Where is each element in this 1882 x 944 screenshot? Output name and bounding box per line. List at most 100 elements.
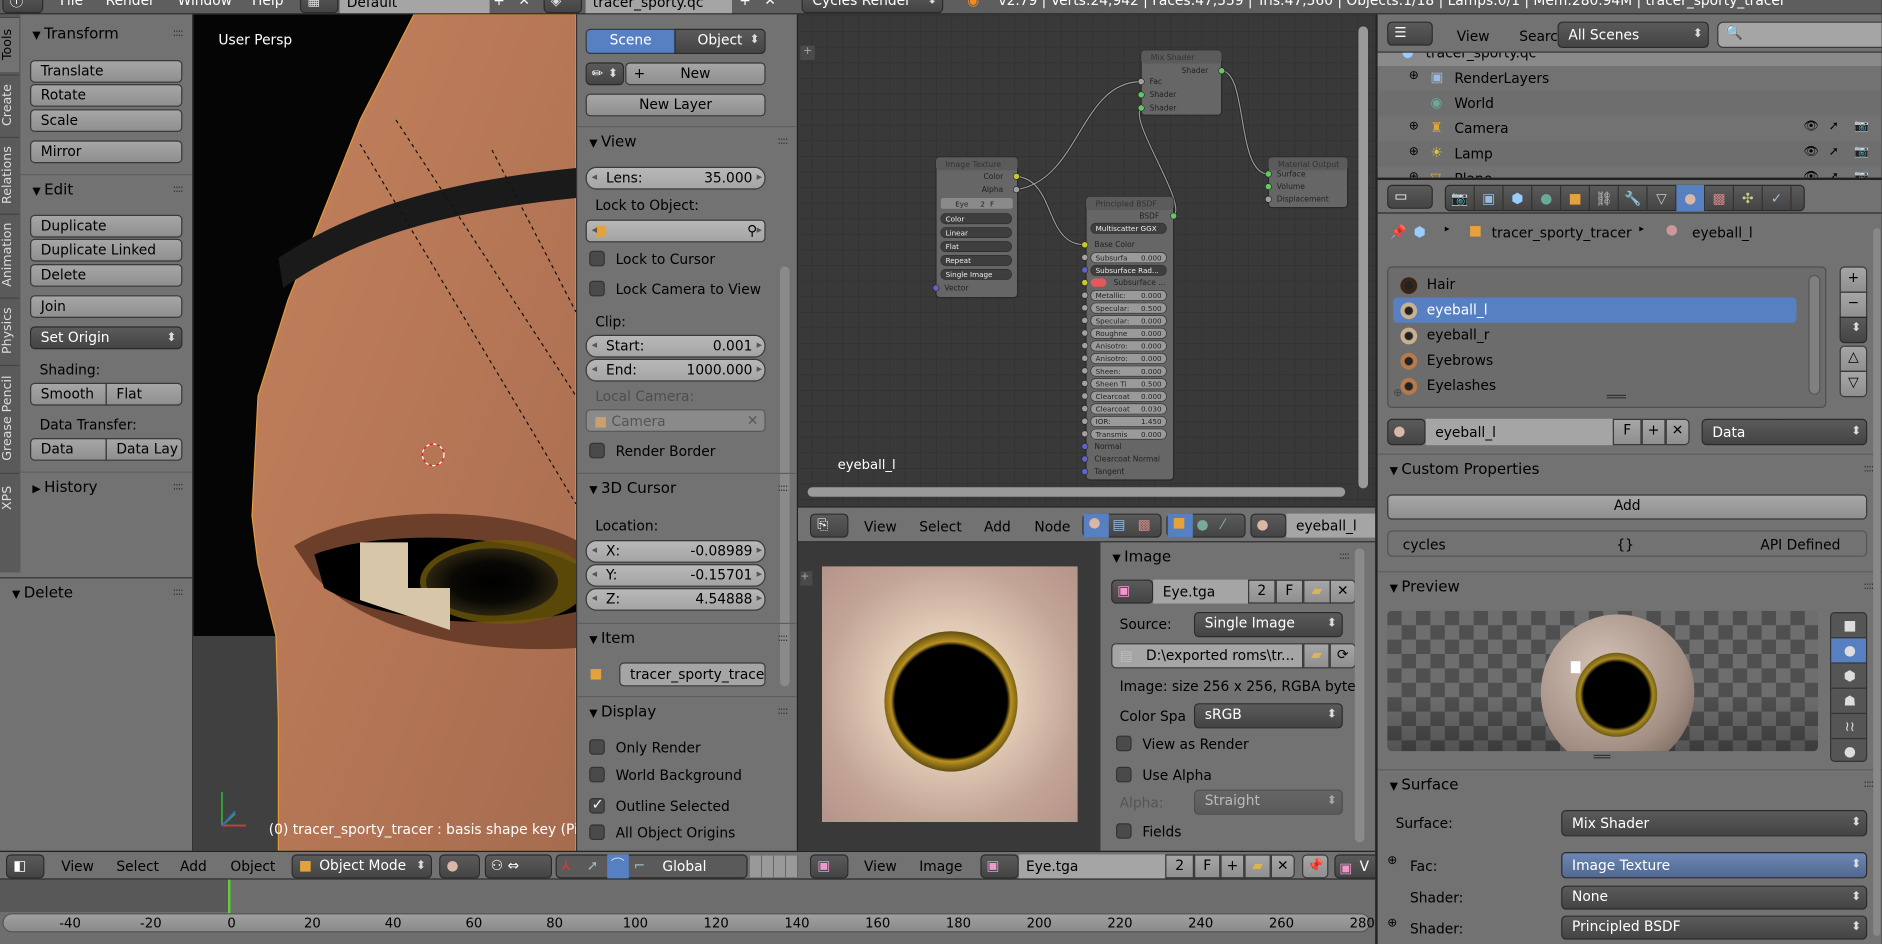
new-material-button[interactable]: +: [1641, 418, 1666, 446]
view-panel-header[interactable]: View::::: [577, 126, 797, 155]
add-slot-small-icon[interactable]: ⊕: [1393, 388, 1402, 400]
tab-animation[interactable]: Animation: [0, 213, 20, 296]
clear-icon[interactable]: ✕: [747, 412, 759, 429]
grip-icon[interactable]: ::::: [1863, 572, 1874, 601]
pin-image-button[interactable]: 📌: [1302, 854, 1329, 879]
custom-properties-header[interactable]: Custom Properties::::: [1377, 453, 1882, 483]
tab-material-icon[interactable]: ●: [1676, 184, 1706, 212]
node-editor[interactable]: Mix Shader Shader Fac Shader Shader Image Tex…: [798, 14, 1376, 507]
image-users-count[interactable]: 2: [1248, 579, 1276, 604]
expand-icon[interactable]: ⊕: [1409, 70, 1419, 83]
outliner-row[interactable]: ◉ World: [1377, 91, 1882, 117]
node-socket[interactable]: [932, 284, 940, 292]
tab-scene-icon[interactable]: ⬢: [1504, 184, 1533, 212]
node-socket[interactable]: [1081, 367, 1089, 375]
outliner-row[interactable]: ● tracer_sporty.qc: [1377, 52, 1882, 66]
tab-create[interactable]: Create: [0, 74, 20, 135]
properties-context-tabs[interactable]: 📷 ▣ ⬢ ● ■ ⛓ 🔧 ▽ ● ▩ ✣ ✓: [1444, 184, 1805, 212]
remove-scene-button[interactable]: ✕: [764, 0, 776, 8]
new-layer-button[interactable]: New Layer: [585, 93, 766, 117]
menu-window[interactable]: Window: [178, 0, 232, 8]
node-socket[interactable]: [1081, 379, 1089, 387]
add-property-button[interactable]: Add: [1387, 494, 1868, 520]
expand-icon[interactable]: ⊕: [1409, 145, 1419, 158]
grip-icon[interactable]: ::::: [777, 474, 788, 503]
editor-type-3d-button[interactable]: ◧: [6, 854, 45, 879]
properties-scrollbar[interactable]: [1873, 228, 1881, 937]
source-dropdown[interactable]: Single Image: [1194, 612, 1343, 638]
outliner-item-name[interactable]: World: [1454, 95, 1494, 112]
node-editor-scrollbar-v[interactable]: [1358, 26, 1368, 489]
link-dropdown[interactable]: Data: [1701, 418, 1868, 446]
cursor-z-field[interactable]: Z: 4.54888: [585, 588, 766, 611]
use-alpha-checkbox[interactable]: [1116, 766, 1132, 783]
grip-icon[interactable]: ::::: [173, 473, 184, 502]
filepath-field[interactable]: ▤ D:\exported roms\tr...: [1111, 643, 1304, 669]
node-socket[interactable]: [1081, 253, 1089, 261]
new-button[interactable]: + New: [625, 62, 766, 86]
preview-sphere-icon[interactable]: ●: [1831, 638, 1867, 664]
shader-tree-buttons[interactable]: ● ▤ ▩: [1082, 513, 1162, 538]
material-slot[interactable]: Eyebrows: [1393, 348, 1796, 373]
3d-cursor-panel-header[interactable]: 3D Cursor::::: [577, 472, 797, 503]
grip-icon[interactable]: ::::: [173, 19, 184, 48]
tab-particles-icon[interactable]: ✣: [1734, 184, 1763, 212]
rotate-button[interactable]: Rotate: [30, 84, 183, 107]
node-editor-scrollbar-h[interactable]: [807, 487, 1346, 497]
add-material-slot-button[interactable]: +: [1839, 266, 1868, 293]
cursor-y-field[interactable]: Y: -0.15701: [585, 564, 766, 587]
scale-manipulator-icon[interactable]: ⌐: [634, 857, 646, 874]
pin-icon[interactable]: 📌: [1390, 223, 1407, 240]
unlink-material-button[interactable]: ✕: [1665, 418, 1690, 446]
texture-nodes-icon[interactable]: ▩: [1138, 516, 1151, 533]
lock-to-cursor-checkbox[interactable]: [589, 250, 605, 267]
clip-end-field[interactable]: End: 1000.000: [585, 358, 766, 382]
node-socket[interactable]: [1081, 291, 1089, 299]
viewport-shading-button[interactable]: ●: [439, 854, 481, 879]
node-socket[interactable]: [1081, 442, 1089, 450]
material-name-field[interactable]: eyeball_l: [1425, 418, 1613, 446]
grip-icon[interactable]: ::::: [173, 578, 184, 607]
grip-icon[interactable]: ::::: [777, 697, 788, 726]
breadcrumb-material[interactable]: eyeball_l: [1692, 224, 1753, 241]
shader1-input-dropdown[interactable]: None: [1561, 885, 1868, 910]
menu-view[interactable]: View: [864, 518, 897, 535]
outliner-row[interactable]: ⊕ ♜ Camera 👁 ➚ 📷: [1378, 116, 1882, 141]
selectable-icon[interactable]: ➚: [1829, 145, 1839, 158]
node-socket[interactable]: [1137, 91, 1145, 99]
material-name-field[interactable]: eyeball_l: [1286, 513, 1383, 538]
menu-view[interactable]: View: [1457, 28, 1490, 45]
preview-flat-icon[interactable]: ■: [1831, 613, 1867, 639]
material-specials-button[interactable]: [1839, 316, 1868, 344]
outliner-item-name[interactable]: Plane: [1454, 170, 1492, 177]
image-toolbar-toggle[interactable]: +: [800, 571, 813, 586]
node-socket[interactable]: [1170, 212, 1178, 220]
tab-modifiers-icon[interactable]: 🔧: [1619, 184, 1648, 212]
rotate-manipulator-icon[interactable]: ⌒: [607, 854, 629, 879]
shader-nodes-icon[interactable]: ●: [1083, 513, 1109, 538]
duplicate-linked-button[interactable]: Duplicate Linked: [30, 238, 183, 262]
editor-type-node-button[interactable]: ⎘: [810, 513, 849, 538]
node-socket[interactable]: [1081, 354, 1089, 362]
pivot-button[interactable]: ⚇ ⇔: [484, 854, 552, 879]
world-background-checkbox[interactable]: [589, 766, 605, 783]
add-layout-button[interactable]: +: [493, 0, 505, 8]
node-socket[interactable]: [1081, 430, 1089, 438]
visibility-icon[interactable]: 👁: [1804, 170, 1819, 177]
colorspace-dropdown[interactable]: sRGB: [1194, 703, 1343, 729]
material-browse-button[interactable]: ●: [1387, 418, 1426, 446]
tab-scene[interactable]: Scene: [585, 28, 676, 55]
node-socket[interactable]: [1081, 405, 1089, 413]
image-browse-button[interactable]: ▣: [1111, 579, 1154, 604]
edit-panel-header[interactable]: Edit::::: [20, 174, 193, 203]
outliner-item-name[interactable]: tracer_sporty.qc: [1426, 53, 1537, 61]
new-image-button[interactable]: +: [1220, 854, 1245, 879]
history-panel-header[interactable]: History::::: [20, 471, 193, 502]
outliner-search-input[interactable]: 🔍: [1717, 21, 1882, 48]
render-border-checkbox[interactable]: [589, 442, 605, 459]
material-browse-button[interactable]: ●: [1250, 513, 1287, 538]
node-socket[interactable]: [1081, 304, 1089, 312]
visibility-icon[interactable]: 👁: [1804, 120, 1819, 133]
display-mode-dropdown[interactable]: All Scenes: [1557, 21, 1709, 48]
data-layout-button[interactable]: Data Lay: [105, 438, 183, 461]
